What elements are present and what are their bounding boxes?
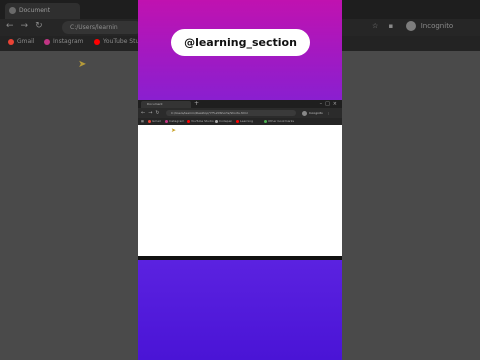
bookmark-label: YouTube Studio (191, 119, 214, 123)
avatar[interactable] (302, 110, 307, 116)
close-icon[interactable]: × (333, 101, 340, 107)
gmail-icon (8, 38, 14, 45)
mini-bookmark-youtube[interactable]: YouTube Studio (187, 118, 214, 125)
reload-icon[interactable]: ↻ (155, 110, 162, 116)
bookmark-label: Gmail (17, 38, 35, 45)
screen: Document ←→↻ C:/Users/learnin ☆ ▪ Incogn… (0, 0, 480, 360)
avatar[interactable] (405, 21, 416, 31)
bg-bookmark-instagram[interactable]: Instagram (44, 38, 84, 45)
gmail-icon (148, 119, 151, 123)
mini-browser-window: Document + –□× ←→↻ C:/Users/learnin/Desk… (138, 100, 342, 260)
menu-icon[interactable]: ⋮ (327, 111, 330, 115)
bookmark-label: Gmail (152, 119, 161, 123)
youtube-icon (236, 119, 239, 123)
codepen-icon (215, 119, 218, 123)
bg-bookmark-gmail[interactable]: Gmail (8, 38, 35, 45)
mini-profile-label: Incognito (308, 111, 323, 115)
mouse-cursor-icon: ➤ (78, 59, 87, 70)
mini-bookmark-learning[interactable]: Learning (236, 118, 253, 125)
folder-icon (264, 119, 267, 123)
mini-apps-icon[interactable]: ▦ (141, 118, 144, 125)
mini-bookmark-codepen[interactable]: Codepen (215, 118, 232, 125)
bookmark-label: YouTube Stu (103, 38, 140, 45)
bg-toolbar-right: ☆ ▪ Incognito (372, 21, 453, 31)
channel-handle: @learning_section (171, 29, 310, 56)
bookmark-label: Instagram (169, 119, 185, 123)
bg-profile-label: Incognito (420, 22, 454, 30)
gradient-bottom (138, 260, 342, 360)
mini-url-field[interactable]: C:/Users/learnin/Desktop/YT%20Shorts/Sho… (166, 110, 296, 116)
maximize-icon[interactable]: □ (325, 101, 333, 107)
mini-bookmark-gmail[interactable]: Gmail (148, 118, 161, 125)
window-controls[interactable]: –□× (320, 100, 340, 108)
bookmark-label: Other bookmarks (268, 119, 295, 123)
extensions-icon[interactable]: ▪ (389, 22, 394, 30)
reload-icon[interactable]: ↻ (35, 21, 50, 31)
mini-nav-icons[interactable]: ←→↻ (141, 108, 163, 118)
mini-toolbar-right: Incognito ⋮ (302, 109, 330, 117)
mini-bookmark-instagram[interactable]: Instagram (165, 118, 184, 125)
mouse-cursor-icon: ➤ (171, 127, 177, 134)
bg-tab[interactable]: Document (5, 3, 80, 19)
bg-url-field[interactable]: C:/Users/learnin (62, 21, 142, 34)
mini-tab[interactable]: Document (141, 101, 191, 108)
video-frame: @learning_section Document + –□× ←→↻ C:/… (138, 0, 342, 360)
bg-tab-title: Document (19, 7, 51, 14)
youtube-icon (187, 119, 190, 123)
youtube-icon (94, 38, 100, 45)
bg-nav-icons[interactable]: ←→↻ (6, 21, 50, 31)
bookmark-label: Learning (240, 119, 254, 123)
tab-favicon-icon (9, 7, 16, 14)
back-icon[interactable]: ← (6, 21, 21, 31)
instagram-icon (165, 119, 168, 123)
bg-bookmark-youtube[interactable]: YouTube Stu (94, 38, 139, 45)
forward-icon[interactable]: → (21, 21, 36, 31)
instagram-icon (44, 38, 50, 45)
star-icon[interactable]: ☆ (372, 22, 378, 30)
new-tab-icon[interactable]: + (194, 100, 199, 108)
bookmark-label: Instagram (53, 38, 84, 45)
bookmark-label: Codepen (219, 119, 233, 123)
mini-bookmark-other[interactable]: Other bookmarks (264, 118, 294, 125)
